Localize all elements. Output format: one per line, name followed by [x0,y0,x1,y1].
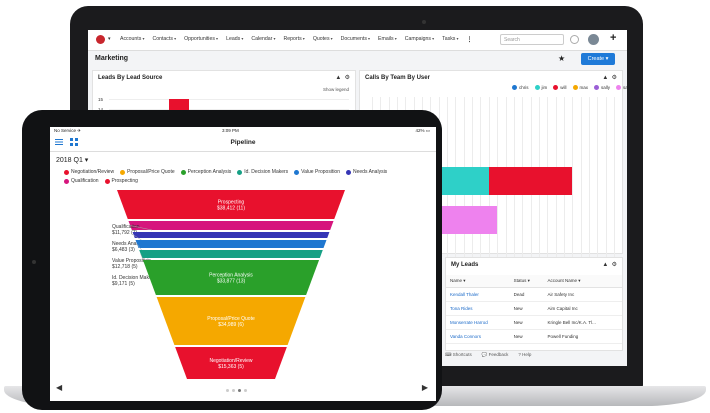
nav-menu: Accounts Contacts Opportunities Leads Calend… [120,36,473,43]
nav-item-calendar[interactable]: Calendar [251,36,275,43]
gridline [572,97,574,279]
lead-name-link[interactable]: Kendall Thaler [446,287,510,302]
table-cell: Air Safety Inc [543,287,622,302]
nav-item-reports[interactable]: Reports [284,36,305,43]
show-legend-toggle[interactable]: Show legend [323,87,349,92]
tablet-device: No Service ✈ 3:09 PM 42% ▭ Pipeline 2018… [22,110,442,410]
dashlet-title: My Leads [451,262,479,268]
dashboard-title: Marketing [95,55,129,62]
funnel-callout-value: $9,171 (5) [112,281,135,287]
funnel-segment[interactable] [132,232,330,238]
table-row[interactable]: Vanda Connors New Powell Funding [446,329,622,344]
funnel-stage-value: $33,877 (13) [217,279,246,285]
lead-name-link[interactable]: Vanda Connors [446,329,510,344]
footer-help-link[interactable]: ? Help [518,352,531,358]
search-input[interactable]: Search [500,34,564,45]
footer-shortcuts-link[interactable]: ⌨ Shortcuts [445,352,472,358]
table-row[interactable]: Kendall Thaler Dead Air Safety Inc [446,287,622,302]
lead-name-link[interactable]: Monserrate Harrod [446,315,510,330]
favorite-star-icon[interactable]: ★ [558,54,565,63]
camera-icon [422,20,426,24]
next-arrow-icon[interactable]: ▶ [422,383,428,392]
table-cell: New [509,301,544,316]
top-navigation: ▾ Accounts Contacts Opportunities Leads Cale… [88,30,627,51]
gridline [588,97,590,279]
page-indicator [226,389,247,392]
table-cell: New [509,329,544,344]
chart-bar-will[interactable] [488,167,573,195]
user-avatar[interactable] [588,34,599,45]
funnel-segment[interactable] [135,240,327,248]
table-row[interactable]: Monserrate Harrod New Kringle Bell Inc/K.A… [446,315,622,330]
previous-arrow-icon[interactable]: ◀ [56,383,62,392]
nav-item-quotes[interactable]: Quotes [313,36,333,43]
funnel-stage-value: $38,412 (11) [217,206,245,212]
column-header[interactable]: Account Name ▾ [543,275,622,288]
nav-item-accounts[interactable]: Accounts [120,36,144,43]
pipeline-funnel: Prospecting$38,412 (11)Qualification$11,… [112,190,345,379]
dashlet-controls[interactable]: ▲ ⚙ [335,74,350,81]
my-leads-dashlet: My Leads ▲ ⚙ Name ▾ Status ▾ Account Name … [445,257,623,351]
column-header[interactable]: Status ▾ [509,275,544,288]
notifications-icon[interactable] [570,35,579,44]
gridline [597,97,599,279]
lead-name-link[interactable]: Tona Rides [446,301,510,316]
nav-item-opportunities[interactable]: Opportunities [184,36,218,43]
app-logo-icon[interactable] [96,35,105,44]
gridline [580,97,582,279]
column-header[interactable]: Name ▾ [446,275,510,288]
table-cell: Kringle Bell Inc/K.A. Tl... [543,315,622,330]
table-cell: Aim Capital Inc [543,301,622,316]
chevron-down-icon[interactable]: ▾ [108,36,111,42]
gridline [605,97,607,279]
dashlet-title: Leads By Lead Source [98,75,163,81]
nav-item-contacts[interactable]: Contacts [152,36,176,43]
legend-label: sarah [623,85,627,90]
nav-item-leads[interactable]: Leads [226,36,243,43]
table-row[interactable]: Tona Rides New Aim Capital Inc [446,301,622,316]
leads-table: Name ▾ Status ▾ Account Name ▾ Kendall Tha… [446,275,622,344]
gridline [614,97,615,279]
create-button[interactable]: Create ▾ [581,53,615,65]
nav-item-campaigns[interactable]: Campaigns [405,36,434,43]
funnel-stage-value: $15,363 (5) [218,364,244,370]
dashlet-controls[interactable]: ▲ ⚙ [602,261,617,268]
footer-feedback-link[interactable]: 💬 Feedback [482,352,509,358]
quick-create-icon[interactable]: + [610,32,616,44]
funnel-callout-value: $12,718 (5) [112,264,138,270]
tablet-screen: No Service ✈ 3:09 PM 42% ▭ Pipeline 2018… [50,127,436,401]
dashboard-header: Marketing ★ Create ▾ [88,51,627,69]
table-cell: Powell Funding [543,329,622,344]
more-menu-icon[interactable]: ⋮ [467,36,473,43]
funnel-segment[interactable] [139,250,323,258]
camera-icon [32,260,36,264]
axis-tick-label: 15 [98,97,104,102]
funnel-stage-value: $34,989 (6) [218,322,244,328]
nav-item-emails[interactable]: Emails [378,36,397,43]
nav-item-tasks[interactable]: Tasks [442,36,458,43]
funnel-segment[interactable] [128,221,334,230]
funnel-callout-value: $6,483 (3) [112,247,135,253]
nav-item-documents[interactable]: Documents [341,36,370,43]
table-cell: New [509,315,544,330]
gridline [109,99,349,100]
table-cell: Dead [509,287,544,302]
